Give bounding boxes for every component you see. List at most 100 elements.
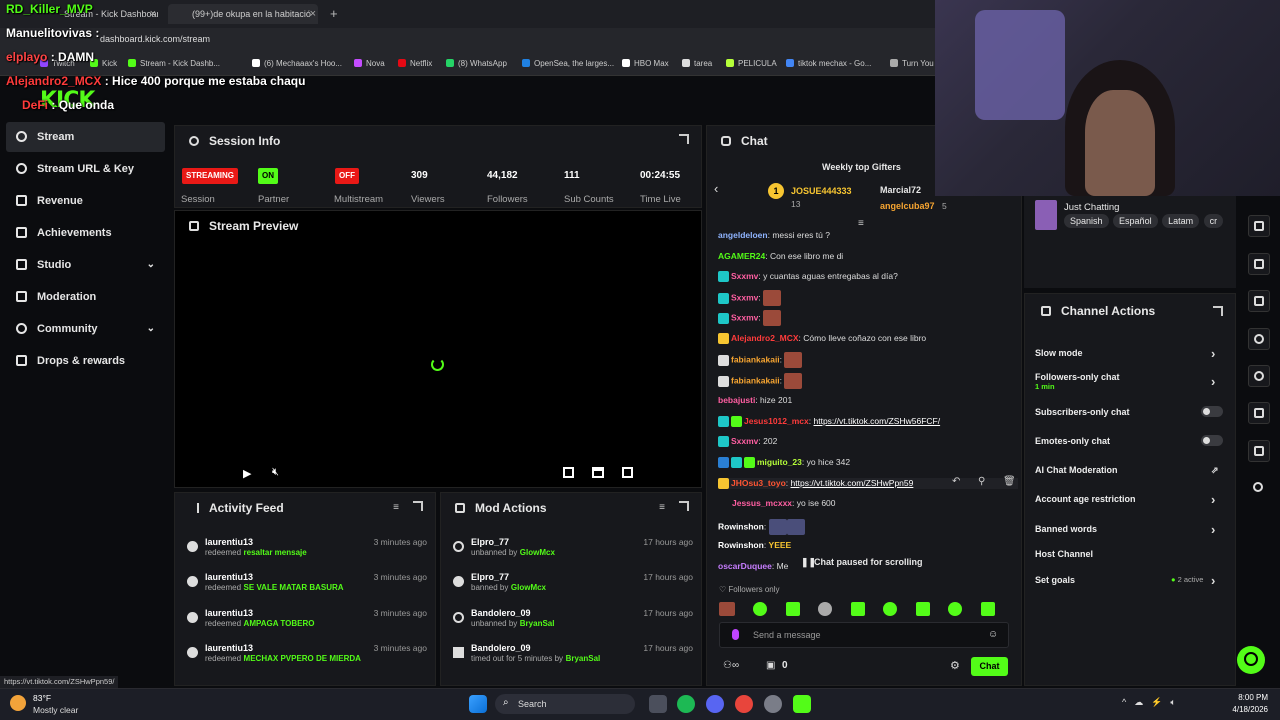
rail-button-community[interactable] — [1248, 477, 1270, 499]
rail-button-chat[interactable] — [1248, 328, 1270, 350]
category-name[interactable]: Just Chatting — [1064, 202, 1119, 213]
chat-message[interactable]: fabiankakaii: — [718, 373, 803, 389]
tag[interactable]: Latam — [1162, 214, 1200, 228]
sidebar-item-moderation[interactable]: Moderation — [6, 282, 165, 312]
chat-message[interactable]: fabiankakaii: — [718, 352, 803, 368]
emote-image[interactable] — [915, 601, 930, 616]
chat-message[interactable]: Rowinshon: YEEE — [718, 540, 791, 550]
gifter-name[interactable]: Marcial72 — [880, 185, 921, 195]
chat-message[interactable]: Rowinshon: — [718, 519, 805, 535]
chat-message[interactable]: angeldeloen: messi eres tú ? — [718, 230, 830, 240]
emoji-icon[interactable]: ☺ — [988, 629, 998, 640]
task-view-icon[interactable] — [649, 695, 667, 713]
chevron-left-icon[interactable]: ‹ — [714, 181, 718, 196]
taskbar-search[interactable]: ⌕ Search — [495, 694, 635, 714]
collapse-icon[interactable]: ≡ — [858, 218, 864, 229]
emote-image[interactable] — [948, 601, 963, 616]
filter-icon[interactable]: ≡ — [659, 502, 665, 513]
theater-mode-icon[interactable] — [592, 467, 604, 478]
emote-image[interactable] — [785, 601, 800, 616]
bookmark[interactable]: HBO Max — [622, 59, 669, 68]
set-goals[interactable]: Set goals ● 2 active › — [1035, 573, 1215, 588]
bookmark[interactable]: (6) Mechaaax's Hoo... — [252, 59, 342, 68]
account-age-restriction[interactable]: Account age restriction › — [1035, 492, 1215, 507]
toggle-switch[interactable] — [1201, 406, 1223, 417]
chat-message[interactable]: bebajusti: hize 201 — [718, 395, 792, 405]
tag[interactable]: cr — [1203, 214, 1224, 228]
fullscreen-icon[interactable] — [622, 467, 633, 478]
bookmark[interactable]: Turn You — [890, 59, 934, 68]
rail-button-notes[interactable] — [1248, 290, 1270, 312]
category-thumbnail[interactable] — [1035, 200, 1057, 230]
bookmark[interactable]: tiktok mechax - Go... — [786, 59, 871, 68]
pip-icon[interactable] — [563, 467, 574, 478]
expand-icon[interactable] — [679, 501, 689, 511]
bookmark[interactable]: Kick — [90, 59, 117, 68]
chat-message[interactable]: Jesus1012_mcx: https://vt.tiktok.com/ZSH… — [718, 416, 940, 428]
mute-icon[interactable]: 🔇︎ — [272, 466, 279, 479]
close-icon[interactable]: × — [150, 4, 156, 24]
bookmark[interactable]: Nova — [354, 59, 385, 68]
browser-tab-tiktok[interactable]: (99+)de okupa en la habitació × — [168, 4, 318, 24]
sidebar-item-drops[interactable]: Drops & rewards — [6, 346, 165, 376]
spotify-icon[interactable] — [677, 695, 695, 713]
rail-button-broadcast[interactable] — [1248, 365, 1270, 387]
play-icon[interactable]: ▶ — [243, 467, 251, 480]
slow-mode[interactable]: Slow mode › — [1035, 346, 1215, 361]
subscribers-only-chat[interactable]: Subscribers-only chat — [1035, 406, 1223, 417]
sidebar-item-revenue[interactable]: Revenue — [6, 186, 165, 216]
emote-image[interactable] — [883, 601, 898, 616]
emote-bar[interactable] — [719, 600, 1009, 616]
sidebar-item-achievements[interactable]: Achievements — [6, 218, 165, 248]
chat-message[interactable]: JHOsu3_toyo: https://vt.tiktok.com/ZSHwP… — [718, 478, 1018, 490]
tag[interactable]: Spanish — [1064, 214, 1109, 228]
filter-icon[interactable]: ≡ — [393, 502, 399, 513]
chat-message[interactable]: miguito_23: yo hice 342 — [718, 457, 850, 469]
bookmark[interactable]: tarea — [682, 59, 712, 68]
microphone-icon[interactable] — [732, 629, 739, 640]
emote-image[interactable] — [980, 601, 995, 616]
chat-input[interactable]: Send a message ☺ — [719, 622, 1009, 648]
emote-image[interactable] — [850, 601, 865, 616]
chat-message[interactable]: Sxxmv: y cuantas aguas entregabas al día… — [718, 271, 898, 283]
sidebar-item-stream-url[interactable]: Stream URL & Key — [6, 154, 165, 184]
tray-icons[interactable]: ^☁⚡🔈︎ — [1122, 697, 1184, 708]
bookmark[interactable]: OpenSea, the larges... — [522, 59, 614, 68]
bookmark[interactable]: Stream - Kick Dashb... — [128, 59, 220, 68]
chat-send-button[interactable]: Chat — [971, 657, 1008, 676]
sidebar-item-studio[interactable]: Studio ⌄ — [6, 250, 165, 280]
chat-message[interactable]: Alejandro2_MCX: Cómo lleve coñazo con es… — [718, 333, 926, 345]
chat-paused-notice[interactable]: ❚❚ Chat paused for scrolling — [798, 553, 948, 571]
banned-words[interactable]: Banned words › — [1035, 522, 1215, 537]
chat-message[interactable]: Sxxmv: — [718, 310, 782, 326]
chat-message[interactable]: AGAMER24: Con ese libro me di — [718, 251, 843, 261]
close-icon[interactable]: × — [310, 4, 316, 24]
kick-app-icon[interactable] — [793, 695, 811, 713]
windows-start-icon[interactable] — [469, 695, 487, 713]
viewers-infinity-icon[interactable]: ⚇∞ — [723, 660, 739, 671]
sidebar-item-stream[interactable]: Stream — [6, 122, 165, 152]
reply-icon[interactable]: ↶ — [952, 476, 960, 487]
followers-only-chat[interactable]: Followers-only chat 1 min › — [1035, 372, 1215, 391]
tag[interactable]: Español — [1113, 214, 1158, 228]
expand-icon[interactable] — [413, 501, 423, 511]
bookmark[interactable]: PELICULA — [726, 59, 777, 68]
bookmark[interactable]: Netflix — [398, 59, 432, 68]
gifter-name[interactable]: JOSUE444333 — [791, 186, 852, 196]
emote-image[interactable] — [818, 601, 833, 616]
emotes-only-chat[interactable]: Emotes-only chat — [1035, 435, 1223, 446]
bookmark[interactable]: (8) WhatsApp — [446, 59, 507, 68]
new-tab-icon[interactable]: + — [330, 6, 338, 21]
url-text[interactable]: dashboard.kick.com/stream — [100, 34, 210, 44]
chat-message[interactable]: Sxxmv: 202 — [718, 436, 777, 448]
rail-button-wrench[interactable] — [1248, 440, 1270, 462]
discord-icon[interactable] — [706, 695, 724, 713]
delete-icon[interactable]: 🗑︎ — [1003, 476, 1016, 487]
rail-button-mod[interactable] — [1248, 402, 1270, 424]
chrome-icon[interactable] — [735, 695, 753, 713]
weather-icon[interactable] — [10, 695, 26, 711]
chat-message[interactable]: oscarDuquee: Me — [718, 561, 788, 571]
support-headset-button[interactable] — [1237, 646, 1265, 674]
obs-icon[interactable] — [764, 695, 782, 713]
expand-icon[interactable] — [679, 134, 689, 144]
